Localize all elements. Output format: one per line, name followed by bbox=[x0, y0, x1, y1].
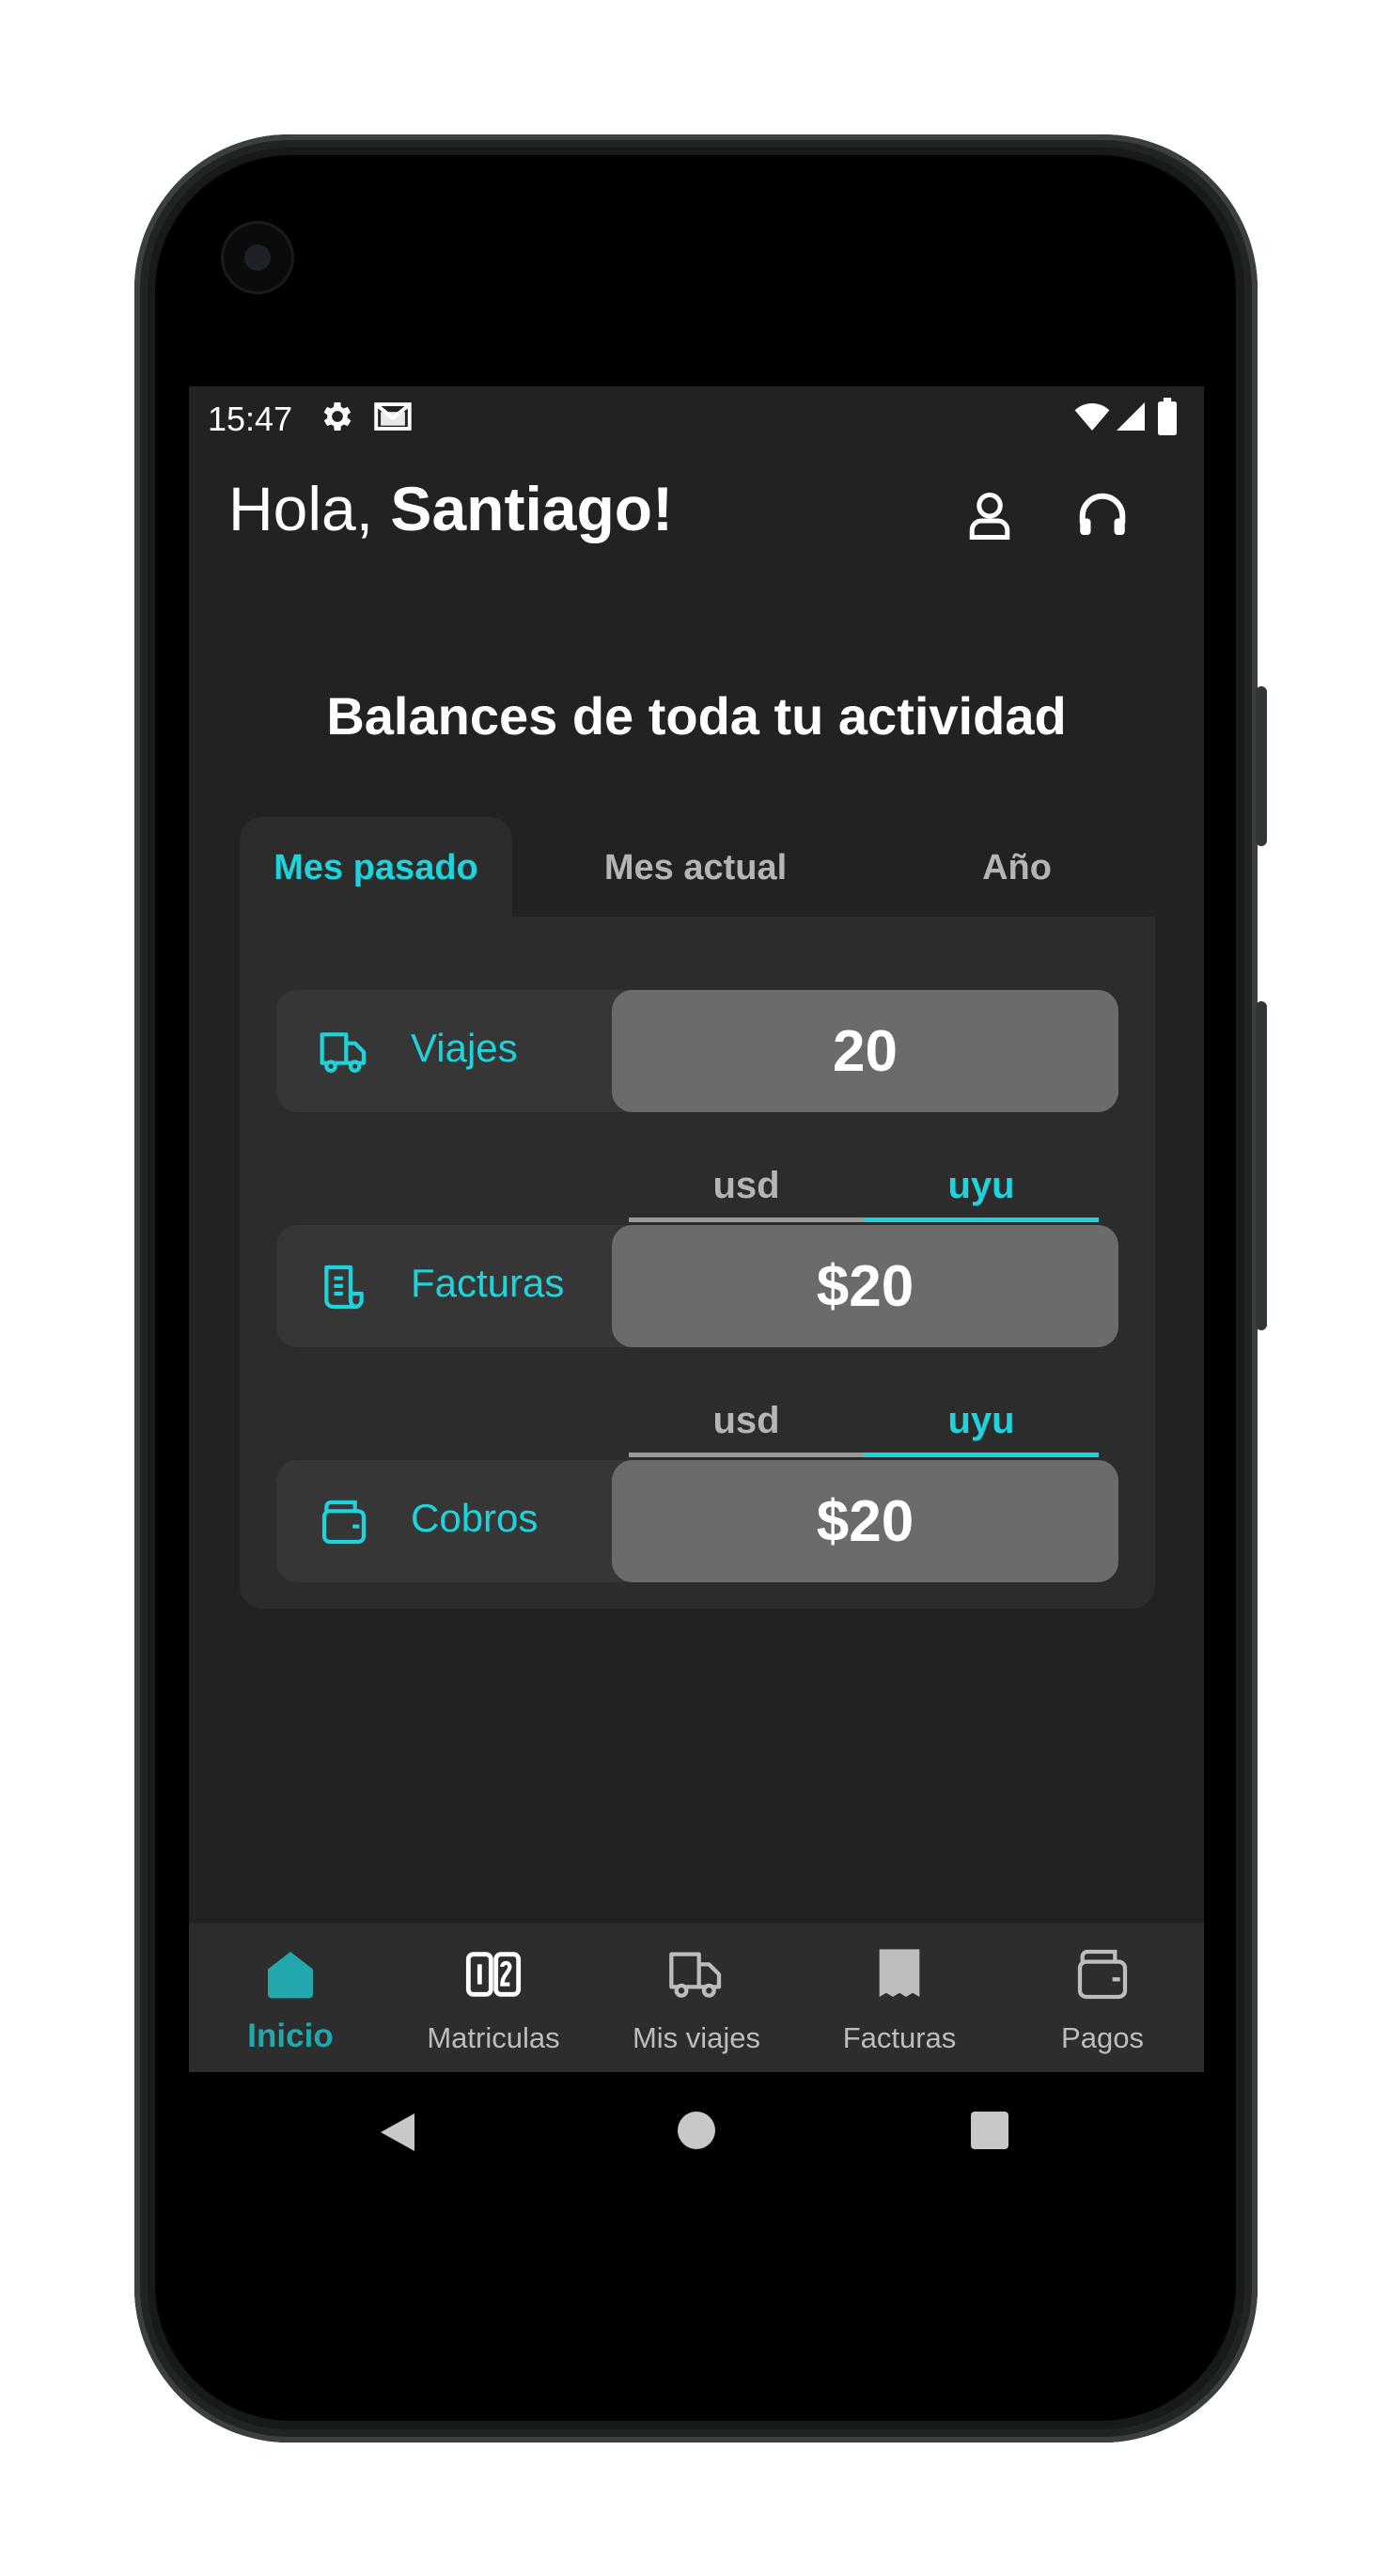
cobros-value: $20 bbox=[612, 1460, 1118, 1582]
battery-icon bbox=[1158, 398, 1177, 435]
facturas-currency-usd[interactable]: usd bbox=[629, 1165, 864, 1207]
home-button-icon[interactable] bbox=[676, 2110, 717, 2151]
nav-item-pagos[interactable]: Pagos bbox=[1001, 1924, 1204, 2072]
wifi-icon bbox=[1074, 403, 1110, 431]
nav-label-inicio: Inicio bbox=[247, 2018, 334, 2054]
cobros-currency-uyu[interactable]: uyu bbox=[864, 1400, 1099, 1442]
system-nav-bar bbox=[189, 2072, 1204, 2194]
cobros-currency-toggle: usd uyu bbox=[629, 1400, 1099, 1457]
wallet-icon bbox=[321, 1500, 367, 1545]
back-icon[interactable] bbox=[377, 2110, 418, 2155]
nav-label-mis-viajes: Mis viajes bbox=[632, 2021, 761, 2054]
nav-label-pagos: Pagos bbox=[1061, 2021, 1144, 2054]
truck-icon bbox=[320, 1032, 367, 1073]
viajes-value: 20 bbox=[612, 990, 1118, 1112]
currency-underline bbox=[629, 1453, 864, 1457]
greeting-prefix: Hola, bbox=[228, 474, 391, 543]
facturas-value: $20 bbox=[612, 1225, 1118, 1347]
license-plate-icon bbox=[465, 1952, 522, 1997]
facturas-label: Facturas bbox=[411, 1261, 565, 1305]
currency-underline-active bbox=[864, 1453, 1099, 1457]
phone-volume-button bbox=[1256, 1001, 1267, 1330]
balance-row-facturas: Facturas $20 bbox=[276, 1225, 1118, 1347]
signal-icon bbox=[1117, 402, 1145, 431]
settings-icon bbox=[323, 402, 352, 431]
truck-icon bbox=[669, 1952, 722, 1998]
currency-underline bbox=[629, 1217, 864, 1222]
cobros-currency-usd[interactable]: usd bbox=[629, 1400, 864, 1442]
bottom-nav: Inicio Matriculas Mis viajes Facturas Pa… bbox=[189, 1924, 1204, 2072]
front-camera bbox=[224, 224, 291, 291]
tab-mes-pasado[interactable]: Mes pasado bbox=[240, 817, 512, 919]
gmail-icon bbox=[374, 402, 412, 431]
greeting: Hola, Santiago! bbox=[228, 473, 673, 544]
currency-underline-active bbox=[864, 1217, 1099, 1222]
facturas-currency-uyu[interactable]: uyu bbox=[864, 1165, 1099, 1207]
home-icon bbox=[268, 1952, 313, 1999]
support-headset-icon[interactable] bbox=[1074, 488, 1131, 544]
wallet-icon bbox=[1077, 1949, 1128, 2000]
nav-item-facturas[interactable]: Facturas bbox=[798, 1924, 1001, 2072]
period-tabs: Mes pasado Mes actual Año bbox=[240, 817, 1155, 919]
status-time: 15:47 bbox=[208, 400, 293, 438]
cobros-label: Cobros bbox=[411, 1496, 539, 1540]
facturas-currency-toggle: usd uyu bbox=[629, 1165, 1099, 1222]
profile-icon[interactable] bbox=[961, 488, 1018, 544]
recents-icon[interactable] bbox=[969, 2110, 1010, 2151]
nav-label-matriculas: Matriculas bbox=[427, 2021, 560, 2054]
viajes-label: Viajes bbox=[411, 1026, 518, 1070]
nav-item-inicio[interactable]: Inicio bbox=[189, 1924, 392, 2072]
nav-item-matriculas[interactable]: Matriculas bbox=[392, 1924, 595, 2072]
balance-row-viajes: Viajes 20 bbox=[276, 990, 1118, 1112]
receipt-icon bbox=[879, 1949, 920, 1997]
receipt-icon bbox=[324, 1264, 364, 1310]
nav-label-facturas: Facturas bbox=[842, 2021, 957, 2054]
tab-ano[interactable]: Año bbox=[879, 817, 1155, 919]
nav-item-mis-viajes[interactable]: Mis viajes bbox=[595, 1924, 798, 2072]
phone-side-button bbox=[1256, 686, 1267, 846]
user-name: Santiago! bbox=[390, 474, 674, 543]
tab-mes-actual[interactable]: Mes actual bbox=[512, 817, 879, 919]
page-title: Balances de toda tu actividad bbox=[326, 686, 1067, 746]
status-bar: 15:47 bbox=[189, 386, 1204, 452]
balance-row-cobros: Cobros $20 bbox=[276, 1460, 1118, 1582]
app-screen: 15:47 Hola, Santiago! Balances de toda t… bbox=[189, 386, 1204, 2072]
